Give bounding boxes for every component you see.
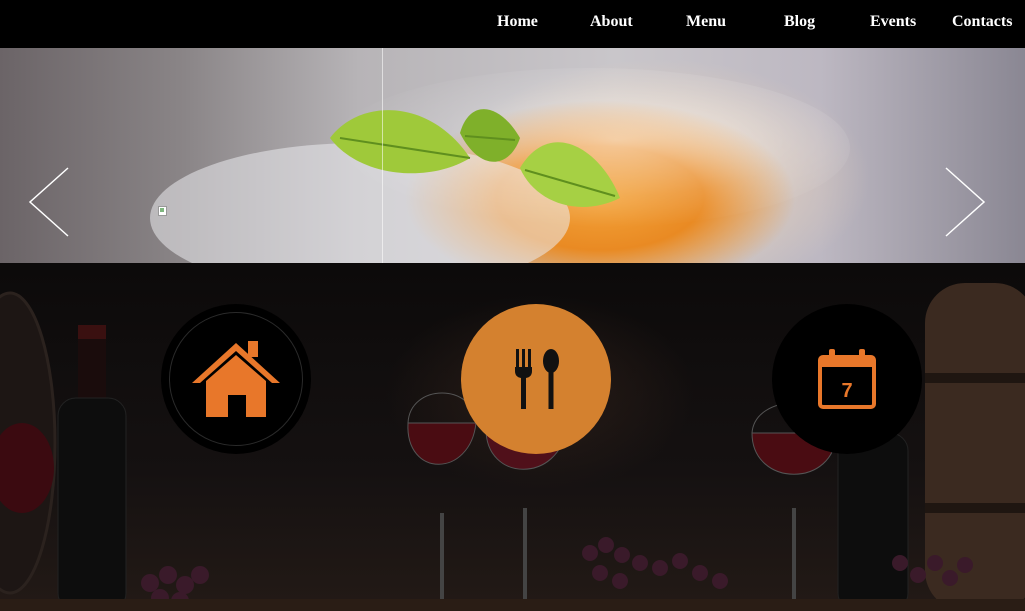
- slider-next-button[interactable]: [944, 166, 986, 238]
- fork-spoon-icon: [515, 349, 559, 409]
- nav-contacts[interactable]: Contacts: [952, 13, 1012, 31]
- nav-about[interactable]: About: [590, 13, 633, 31]
- mint-leaf-image: [330, 109, 620, 207]
- slide-divider: [382, 48, 383, 263]
- house-icon: [192, 341, 280, 417]
- hero-slider: [0, 48, 1025, 263]
- slider-prev-button[interactable]: [28, 166, 70, 238]
- top-nav: Home About Menu Blog Events Contacts: [0, 0, 1025, 48]
- broken-image-icon: [158, 206, 167, 216]
- calendar-day-label: 7: [841, 380, 852, 402]
- menu-feature-button[interactable]: [461, 304, 611, 454]
- feature-section: 7: [0, 263, 1025, 611]
- nav-events[interactable]: Events: [870, 13, 916, 31]
- calendar-icon: 7: [818, 349, 876, 409]
- home-feature-button[interactable]: [161, 304, 311, 454]
- nav-menu[interactable]: Menu: [686, 13, 726, 31]
- nav-blog[interactable]: Blog: [784, 13, 815, 31]
- nav-home[interactable]: Home: [497, 13, 538, 31]
- events-feature-button[interactable]: 7: [772, 304, 922, 454]
